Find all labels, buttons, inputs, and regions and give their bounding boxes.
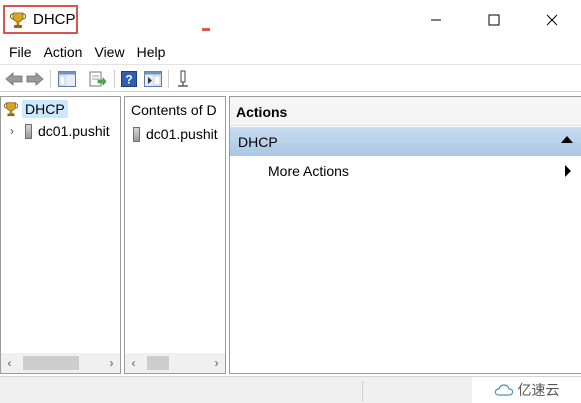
- tree-root-dhcp[interactable]: DHCP: [3, 99, 68, 119]
- show-hide-console-tree-icon: [58, 71, 76, 87]
- back-button[interactable]: [4, 69, 24, 89]
- actions-section-dhcp[interactable]: DHCP: [230, 127, 581, 156]
- window-title: DHCP: [33, 11, 76, 28]
- close-icon: [546, 14, 558, 26]
- actions-section-label: DHCP: [238, 133, 278, 150]
- title-bar: DHCP: [0, 0, 581, 40]
- red-annotation-mark: [202, 28, 210, 31]
- svg-text:?: ?: [125, 73, 132, 87]
- scroll-right-icon[interactable]: ›: [208, 353, 225, 373]
- contents-item-server[interactable]: dc01.pushit: [131, 126, 225, 142]
- contents-horizontal-scrollbar[interactable]: ‹ ›: [125, 353, 225, 373]
- collapse-up-icon[interactable]: [561, 136, 573, 143]
- forward-button[interactable]: [25, 69, 45, 89]
- show-hide-action-pane-icon: [144, 71, 162, 87]
- help-icon: ?: [121, 71, 137, 87]
- actions-title: Actions: [230, 97, 581, 126]
- tree-item-server[interactable]: › dc01.pushit: [5, 121, 110, 141]
- server-icon: [133, 126, 140, 142]
- server-icon: [25, 123, 32, 139]
- dhcp-trophy-icon: [9, 11, 27, 29]
- tree-horizontal-scrollbar[interactable]: ‹ ›: [1, 353, 120, 373]
- console-tree-pane: DHCP › dc01.pushit ‹ ›: [0, 96, 121, 374]
- toolbar: ?: [0, 64, 581, 92]
- properties-button[interactable]: [173, 69, 193, 89]
- submenu-arrow-icon[interactable]: [565, 165, 571, 177]
- export-list-button[interactable]: [88, 69, 108, 89]
- actions-pane: Actions DHCP More Actions: [229, 96, 581, 374]
- show-hide-tree-button[interactable]: [57, 69, 77, 89]
- menu-view[interactable]: View: [89, 42, 129, 62]
- maximize-button[interactable]: [465, 0, 523, 40]
- cloud-logo-icon: [494, 384, 513, 396]
- menu-action[interactable]: Action: [39, 42, 88, 62]
- status-divider: [362, 381, 363, 401]
- toolbar-separator: [50, 70, 51, 88]
- help-button[interactable]: ?: [119, 69, 139, 89]
- scroll-thumb[interactable]: [147, 356, 169, 370]
- contents-header: Contents of D: [131, 102, 217, 118]
- scroll-right-icon[interactable]: ›: [103, 353, 120, 373]
- more-actions-item[interactable]: More Actions: [268, 163, 349, 179]
- toolbar-separator: [168, 70, 169, 88]
- minimize-button[interactable]: [407, 0, 465, 40]
- tree-item-label: dc01.pushit: [38, 123, 110, 139]
- maximize-icon: [488, 14, 500, 26]
- forward-arrow-icon: [26, 72, 44, 86]
- tree-root-label: DHCP: [22, 100, 68, 118]
- export-list-icon: [89, 71, 107, 87]
- contents-item-label: dc01.pushit: [146, 126, 218, 142]
- menu-bar: File Action View Help: [0, 40, 581, 64]
- menu-help[interactable]: Help: [132, 42, 171, 62]
- expand-chevron-icon[interactable]: ›: [5, 124, 19, 138]
- scroll-left-icon[interactable]: ‹: [1, 353, 18, 373]
- dhcp-trophy-icon: [3, 101, 19, 117]
- close-button[interactable]: [523, 0, 581, 40]
- watermark-logo: 亿速云: [472, 377, 581, 403]
- scroll-left-icon[interactable]: ‹: [125, 353, 142, 373]
- contents-pane: Contents of D dc01.pushit ‹ ›: [124, 96, 226, 374]
- watermark-text: 亿速云: [517, 382, 560, 398]
- back-arrow-icon: [5, 72, 23, 86]
- menu-file[interactable]: File: [4, 42, 37, 62]
- toolbar-separator: [114, 70, 115, 88]
- bookmark-icon: [178, 70, 188, 87]
- scroll-thumb[interactable]: [23, 356, 79, 370]
- show-hide-action-pane-button[interactable]: [143, 69, 163, 89]
- minimize-icon: [431, 19, 441, 21]
